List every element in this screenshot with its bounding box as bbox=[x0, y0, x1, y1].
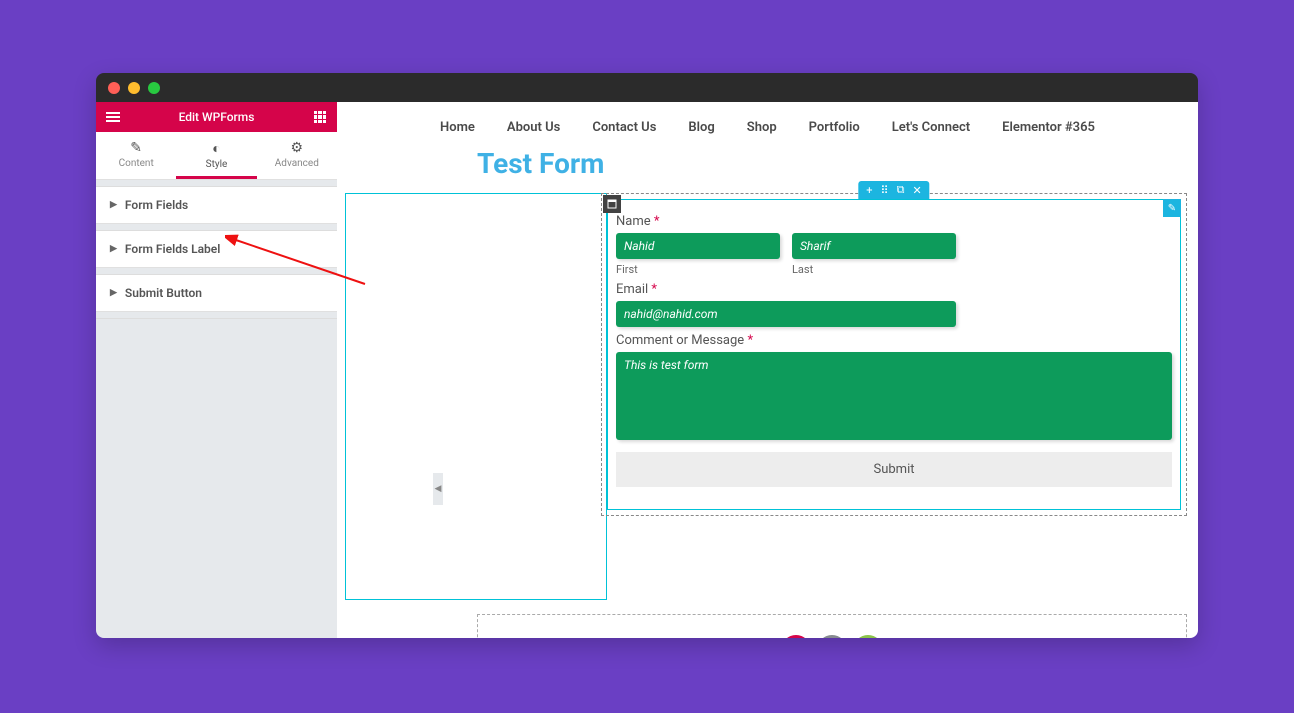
caret-right-icon: ▶ bbox=[110, 200, 117, 210]
nav-elementor[interactable]: Elementor #365 bbox=[1002, 120, 1095, 135]
email-label: Email * bbox=[616, 282, 1172, 297]
edit-widget-icon[interactable]: ✎ bbox=[1163, 199, 1181, 217]
panel-label: Form Fields Label bbox=[125, 242, 220, 256]
pencil-icon: ✎ bbox=[96, 140, 176, 156]
app-window: Edit WPForms ✎ Content ◐ Style ⚙ Advance… bbox=[96, 73, 1198, 638]
tab-style[interactable]: ◐ Style bbox=[176, 132, 256, 179]
tab-advanced[interactable]: ⚙ Advanced bbox=[257, 132, 337, 179]
nav-about[interactable]: About Us bbox=[507, 120, 560, 135]
template-button[interactable] bbox=[817, 635, 847, 638]
sidebar-title: Edit WPForms bbox=[120, 110, 313, 124]
page-title: Test Form bbox=[337, 143, 1198, 188]
panel-submit-button[interactable]: ▶ Submit Button bbox=[96, 275, 337, 312]
content-area: Edit WPForms ✎ Content ◐ Style ⚙ Advance… bbox=[96, 102, 1198, 638]
gear-icon: ⚙ bbox=[257, 140, 337, 156]
preview-canvas: Home About Us Contact Us Blog Shop Portf… bbox=[337, 102, 1198, 638]
minimize-icon[interactable] bbox=[128, 82, 140, 94]
envato-button[interactable] bbox=[853, 635, 883, 638]
section-toolbar: + ⠿ ⧉ ✕ bbox=[858, 181, 929, 199]
panel-label: Form Fields bbox=[125, 198, 188, 212]
site-nav: Home About Us Contact Us Blog Shop Portf… bbox=[337, 102, 1198, 143]
submit-button[interactable]: Submit bbox=[616, 452, 1172, 487]
collapse-sidebar-icon[interactable]: ◀ bbox=[433, 473, 443, 505]
sidebar: Edit WPForms ✎ Content ◐ Style ⚙ Advance… bbox=[96, 102, 337, 638]
add-section-icon[interactable]: + bbox=[866, 184, 872, 197]
caret-right-icon: ▶ bbox=[110, 244, 117, 254]
tab-style-label: Style bbox=[206, 159, 228, 170]
nav-shop[interactable]: Shop bbox=[747, 120, 777, 135]
duplicate-section-icon[interactable]: ⧉ bbox=[897, 183, 905, 197]
panel-list: ▶ Form Fields ▶ Form Fields Label ▶ Subm… bbox=[96, 180, 337, 638]
panel-label: Submit Button bbox=[125, 286, 202, 300]
widget-handle-icon[interactable] bbox=[603, 195, 621, 213]
apps-icon[interactable] bbox=[313, 110, 327, 124]
caret-right-icon: ▶ bbox=[110, 288, 117, 298]
name-label: Name * bbox=[616, 214, 1172, 229]
email-input[interactable] bbox=[616, 301, 956, 327]
editor-tabs: ✎ Content ◐ Style ⚙ Advanced bbox=[96, 132, 337, 180]
comment-textarea[interactable] bbox=[616, 352, 1172, 440]
titlebar bbox=[96, 73, 1198, 102]
nav-portfolio[interactable]: Portfolio bbox=[809, 120, 860, 135]
widget-section[interactable]: + ⠿ ⧉ ✕ ✎ Name * First bbox=[601, 193, 1187, 516]
panel-form-fields[interactable]: ▶ Form Fields bbox=[96, 187, 337, 224]
close-icon[interactable] bbox=[108, 82, 120, 94]
maximize-icon[interactable] bbox=[148, 82, 160, 94]
tab-content[interactable]: ✎ Content bbox=[96, 132, 176, 179]
nav-blog[interactable]: Blog bbox=[688, 120, 714, 135]
comment-label: Comment or Message * bbox=[616, 333, 1172, 348]
nav-contact[interactable]: Contact Us bbox=[592, 120, 656, 135]
nav-home[interactable]: Home bbox=[440, 120, 475, 135]
drop-zone[interactable]: + Drag widget here bbox=[477, 614, 1187, 638]
first-sublabel: First bbox=[616, 263, 780, 276]
panel-form-fields-label[interactable]: ▶ Form Fields Label bbox=[96, 231, 337, 268]
test-form: Name * First Last Email * bbox=[608, 200, 1180, 509]
nav-connect[interactable]: Let's Connect bbox=[892, 120, 970, 135]
contrast-icon: ◐ bbox=[176, 140, 256, 157]
tab-advanced-label: Advanced bbox=[275, 158, 319, 169]
last-sublabel: Last bbox=[792, 263, 956, 276]
last-name-input[interactable] bbox=[792, 233, 956, 259]
first-name-input[interactable] bbox=[616, 233, 780, 259]
widget-wpforms[interactable]: ✎ Name * First Last bbox=[607, 199, 1181, 510]
add-widget-button[interactable]: + bbox=[781, 635, 811, 638]
delete-section-icon[interactable]: ✕ bbox=[912, 184, 921, 197]
tab-content-label: Content bbox=[119, 158, 154, 169]
sidebar-header: Edit WPForms bbox=[96, 102, 337, 132]
menu-icon[interactable] bbox=[106, 110, 120, 124]
drag-section-icon[interactable]: ⠿ bbox=[881, 184, 889, 197]
section-outline[interactable] bbox=[345, 193, 607, 600]
